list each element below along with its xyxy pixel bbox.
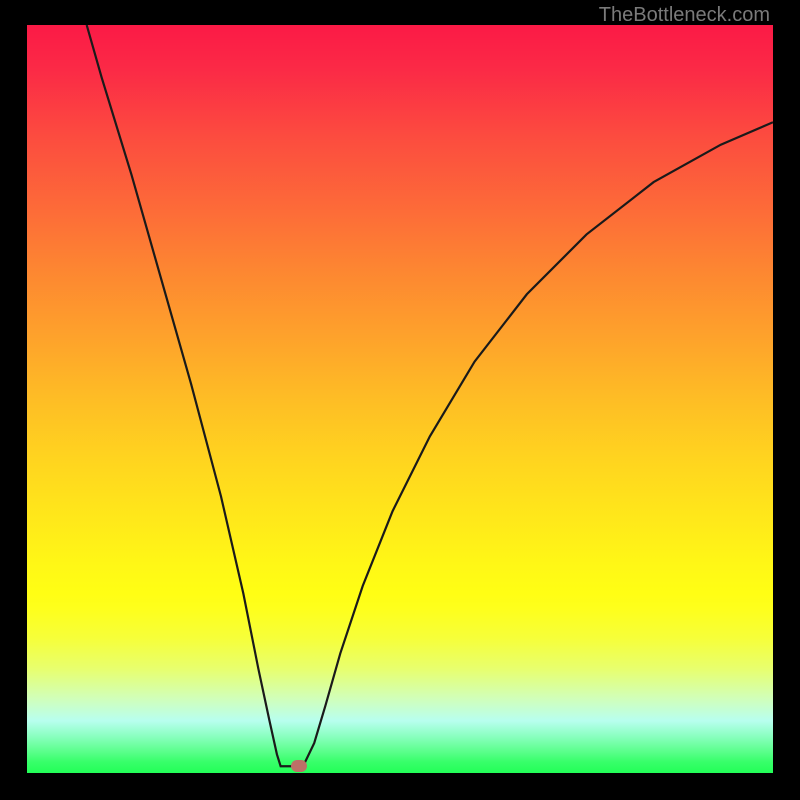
gradient-background bbox=[27, 25, 773, 773]
optimal-point-marker bbox=[291, 760, 307, 772]
watermark-text: TheBottleneck.com bbox=[599, 4, 770, 27]
chart-frame: TheBottleneck.com bbox=[0, 0, 800, 800]
plot-area bbox=[27, 25, 773, 773]
